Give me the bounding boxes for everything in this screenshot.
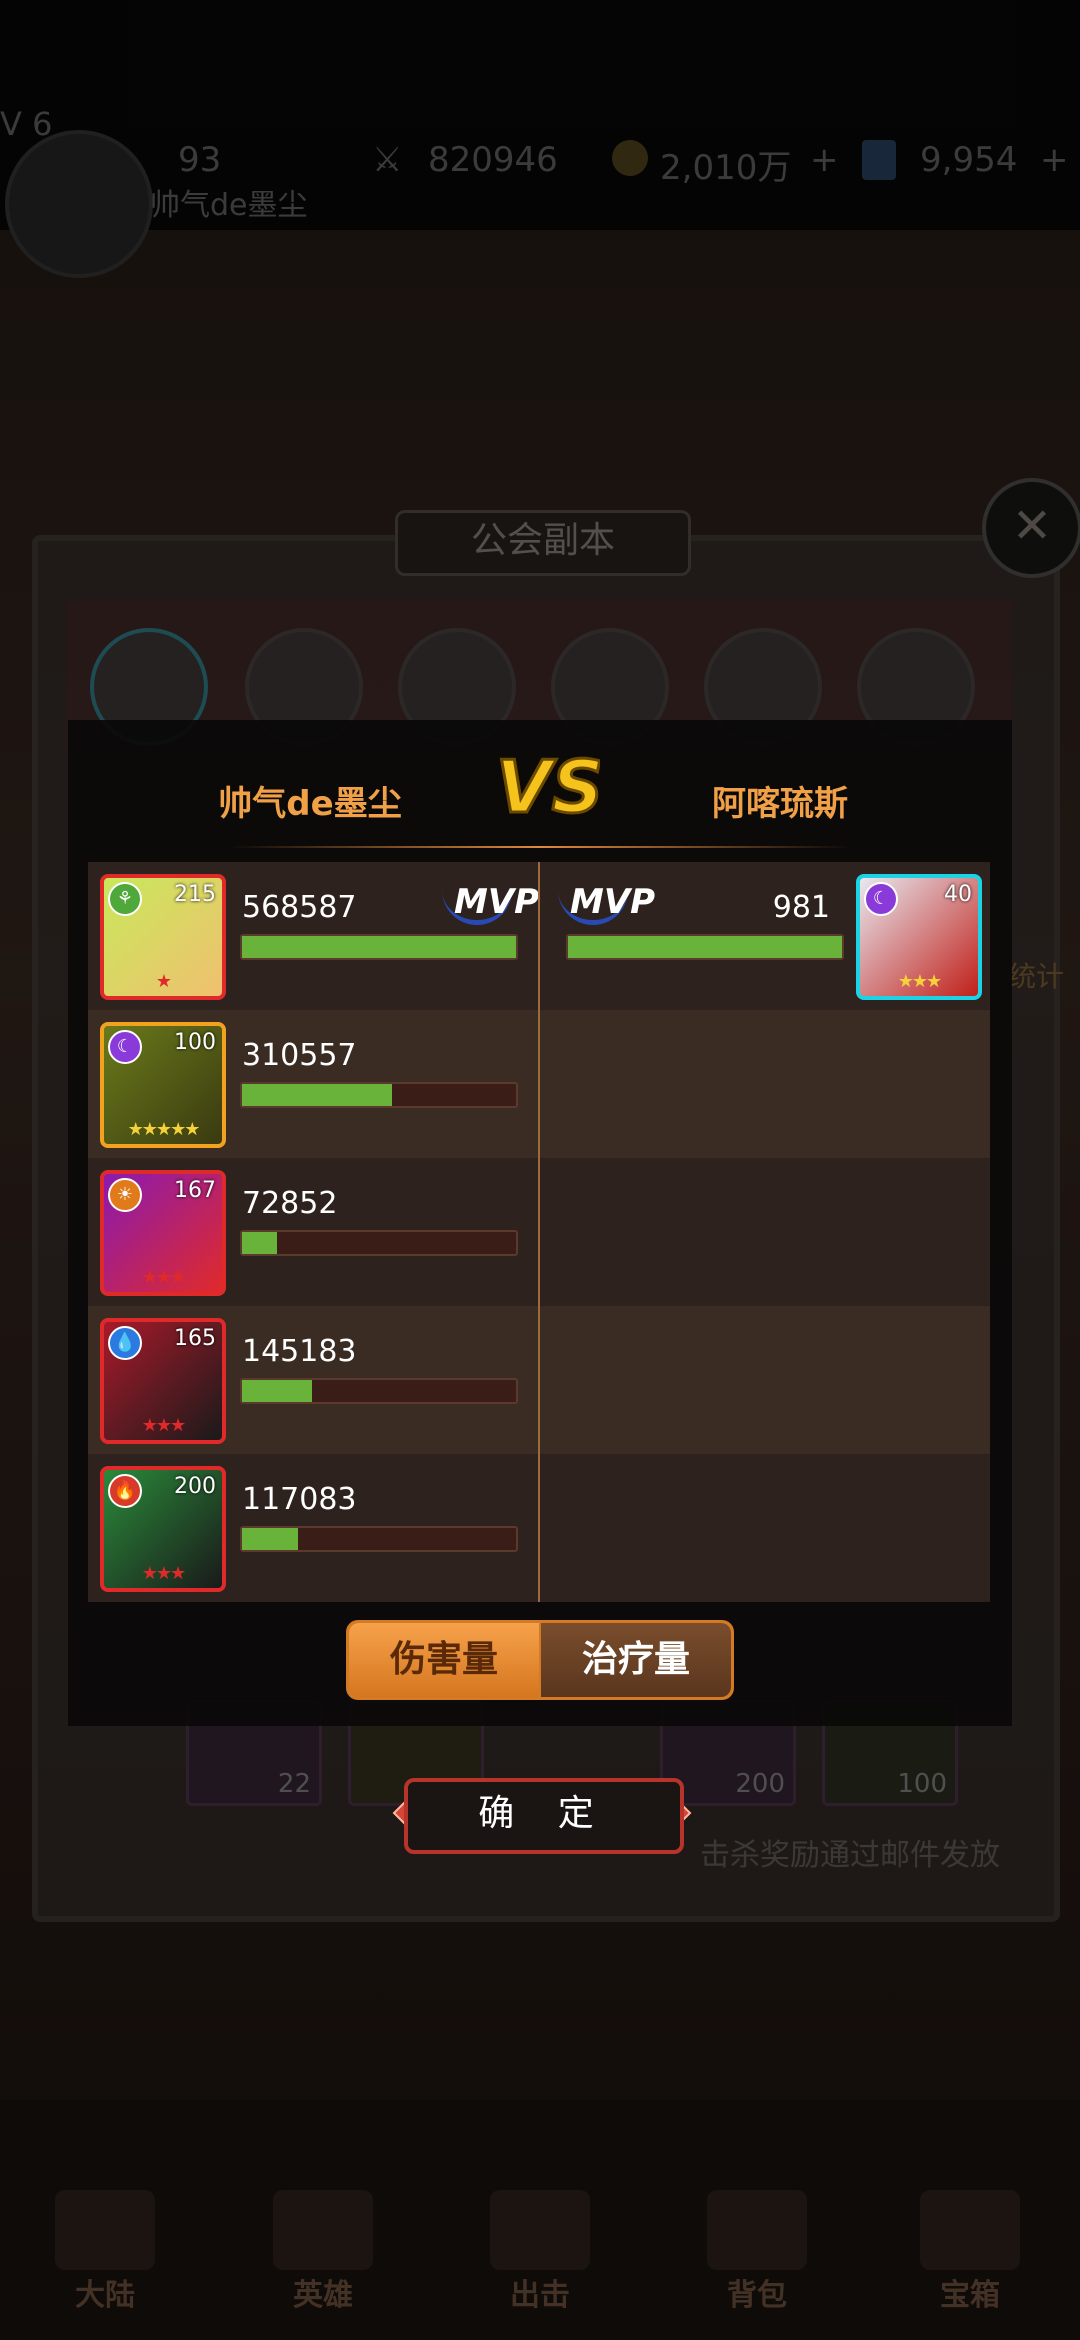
hero-level: 100 [174, 1030, 216, 1055]
hero-stars: ★★★★★ [127, 1119, 201, 1140]
left-damage-bar [240, 1082, 518, 1108]
svg-text:VS: VS [496, 745, 600, 829]
confirm-button[interactable]: 确 定 [404, 1778, 684, 1854]
damage-bar-fill [242, 936, 516, 958]
hero-stars: ★★★ [897, 971, 942, 992]
left-damage-bar [240, 1230, 518, 1256]
hero-stars: ★★★ [141, 1563, 186, 1584]
hero-level: 165 [174, 1326, 216, 1351]
damage-bar-fill [242, 1380, 312, 1402]
wind-element-icon: ⚘ [108, 882, 142, 916]
left-hero-portrait[interactable]: ☀ 167 ★★★ [100, 1170, 226, 1296]
moon-element-icon: ☾ [864, 882, 898, 916]
tab-heal[interactable]: 治疗量 [541, 1623, 731, 1697]
left-damage-value: 117083 [242, 1482, 357, 1517]
left-damage-bar [240, 934, 518, 960]
right-damage-bar [566, 934, 844, 960]
right-hero-portrait[interactable]: ☾ 40 ★★★ [856, 874, 982, 1000]
hero-level: 167 [174, 1178, 216, 1203]
left-damage-value: 568587 [242, 890, 357, 925]
left-damage-bar [240, 1378, 518, 1404]
left-hero-portrait[interactable]: 🔥 200 ★★★ [100, 1466, 226, 1592]
left-damage-value: 145183 [242, 1334, 357, 1369]
left-hero-portrait[interactable]: 💧 165 ★★★ [100, 1318, 226, 1444]
fire-element-icon: 🔥 [108, 1474, 142, 1508]
mvp-badge: MVP [558, 882, 655, 925]
damage-bar-fill [568, 936, 842, 958]
hero-stars: ★★★ [141, 1267, 186, 1288]
left-damage-bar [240, 1526, 518, 1552]
left-team-name: 帅气de墨尘 [218, 784, 402, 824]
team-divider [538, 862, 540, 1602]
hero-level: 200 [174, 1474, 216, 1499]
left-hero-portrait[interactable]: ⚘ 215 ★ [100, 874, 226, 1000]
left-damage-value: 72852 [242, 1186, 338, 1221]
damage-bar-fill [242, 1232, 278, 1254]
hero-stars: ★★★ [141, 1415, 186, 1436]
hero-level: 40 [944, 882, 972, 907]
damage-bar-fill [242, 1528, 299, 1550]
left-damage-value: 310557 [242, 1038, 357, 1073]
sun-element-icon: ☀ [108, 1178, 142, 1212]
hero-level: 215 [174, 882, 216, 907]
moon-element-icon: ☾ [108, 1030, 142, 1064]
hero-stars: ★ [155, 971, 172, 992]
vs-logo: VS [495, 744, 601, 831]
left-hero-portrait[interactable]: ☾ 100 ★★★★★ [100, 1022, 226, 1148]
damage-bar-fill [242, 1084, 392, 1106]
stat-tabs: 伤害量 治疗量 [346, 1620, 734, 1700]
header-divider [230, 846, 850, 848]
tab-damage[interactable]: 伤害量 [349, 1623, 539, 1697]
right-damage-value: 981 [772, 890, 830, 925]
right-team-name: 阿喀琉斯 [712, 784, 848, 824]
water-element-icon: 💧 [108, 1326, 142, 1360]
mvp-badge: MVP [442, 882, 539, 925]
